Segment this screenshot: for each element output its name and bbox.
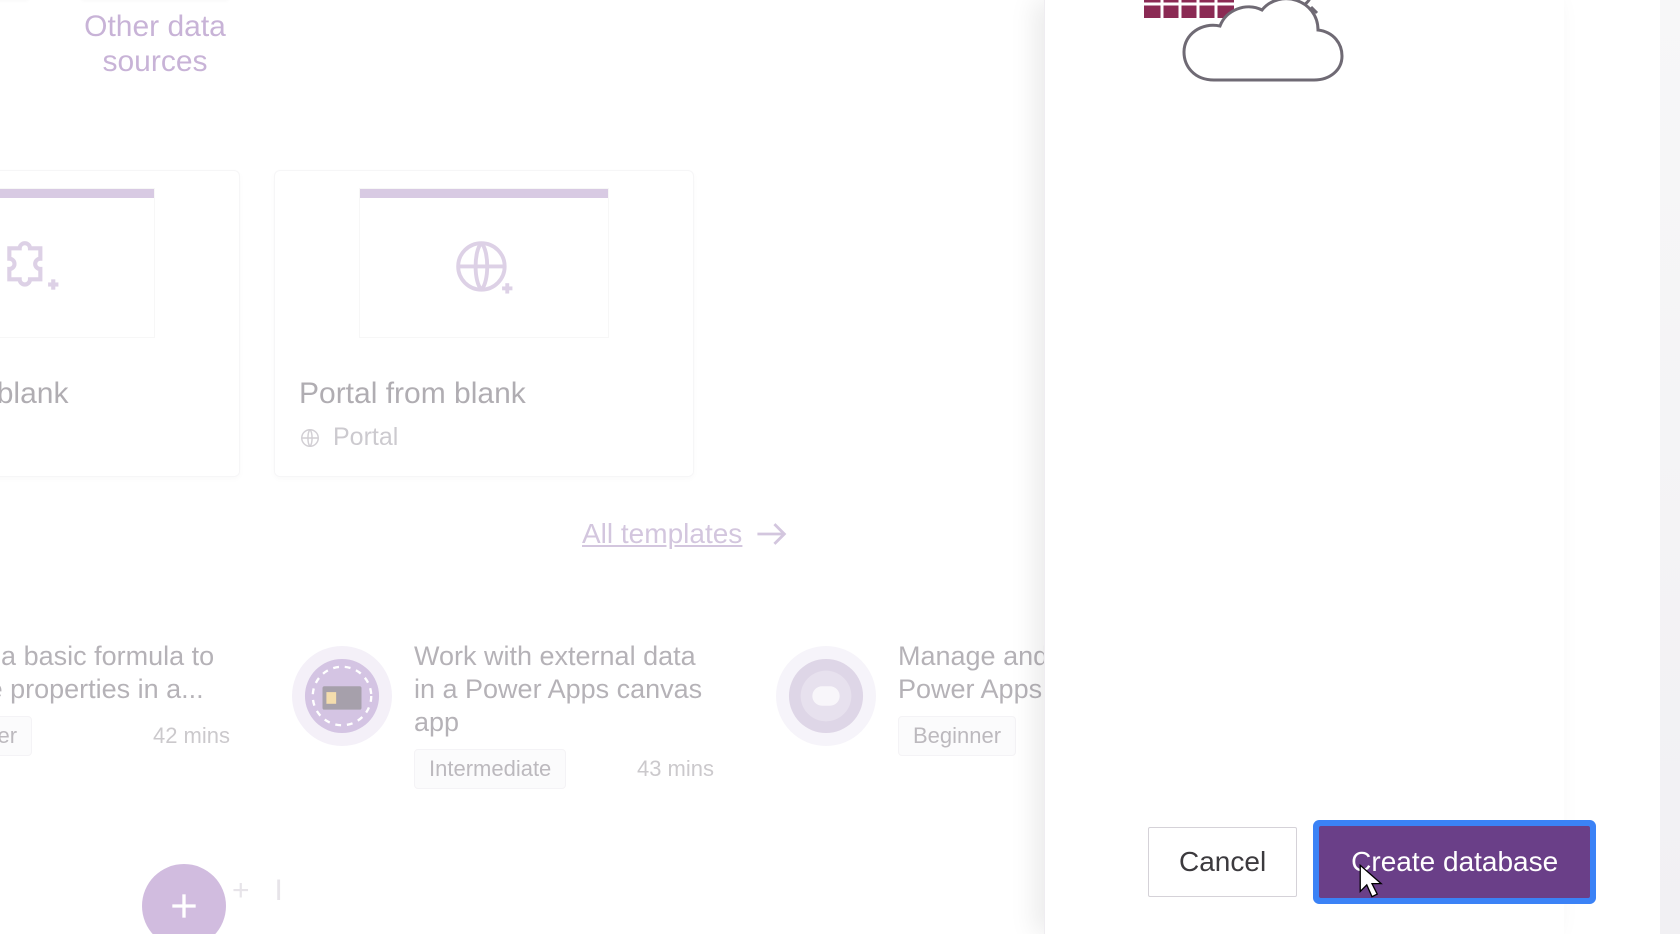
template-cards: n app from blank en app (0, 170, 694, 477)
card-title: n app from blank (0, 377, 215, 411)
data-source-tab[interactable]: on vice (0, 0, 40, 79)
module-duration: 42 mins (153, 723, 230, 749)
card-hero (0, 171, 239, 355)
panel-actions: Cancel Create database (1148, 826, 1590, 898)
module-title: Work with external data in a Power Apps … (414, 640, 714, 739)
side-panel (1044, 0, 1564, 934)
module-icon (787, 657, 865, 735)
module-duration: 43 mins (637, 756, 714, 782)
scrollbar[interactable] (1660, 0, 1680, 934)
link-text: All templates (582, 518, 742, 550)
card-hero (275, 171, 693, 355)
card-subtitle: en app (0, 423, 215, 452)
level-pill: Intermediate (414, 749, 566, 789)
globe-icon (299, 427, 321, 449)
template-card-blank-app[interactable]: n app from blank en app (0, 170, 240, 477)
level-pill: Beginner (0, 716, 32, 756)
panel-illustration (1104, 0, 1364, 125)
template-card-portal[interactable]: Portal from blank Portal (274, 170, 694, 477)
plus-icon (164, 886, 204, 926)
decorative-text: + I (232, 874, 283, 908)
create-database-button[interactable]: Create database (1319, 826, 1590, 898)
learning-card[interactable]: Author a basic formula to change propert… (0, 630, 244, 799)
cancel-button[interactable]: Cancel (1148, 827, 1297, 897)
level-pill: Beginner (898, 716, 1016, 756)
data-source-tabs: on vice Other data sources (0, 0, 240, 79)
card-subtitle-text: Portal (333, 423, 398, 452)
learning-row: Author a basic formula to change propert… (0, 630, 1214, 799)
module-icon (303, 657, 381, 735)
arrow-right-icon (756, 521, 790, 547)
card-title: Portal from blank (299, 377, 669, 411)
learning-card[interactable]: Work with external data in a Power Apps … (278, 630, 728, 799)
globe-plus-icon (453, 238, 515, 300)
new-item-button[interactable] (142, 864, 226, 934)
all-templates-link[interactable]: All templates (582, 518, 790, 550)
data-source-tab[interactable]: Other data sources (70, 0, 240, 79)
module-title: Author a basic formula to change propert… (0, 640, 230, 706)
card-subtitle: Portal (299, 423, 669, 452)
puzzle-plus-icon (0, 238, 61, 300)
tile-label: Other data sources (84, 10, 226, 79)
